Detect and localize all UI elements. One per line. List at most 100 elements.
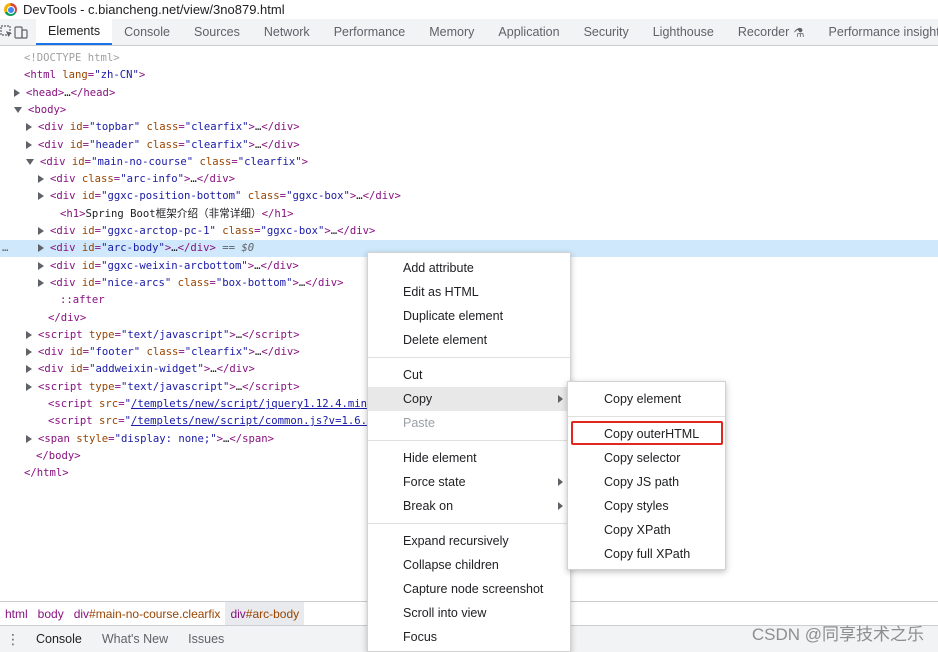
submenu-item-copy-element[interactable]: Copy element — [568, 387, 725, 411]
dom-node-markup: <!DOCTYPE html> — [24, 52, 120, 64]
submenu-item-copy-xpath[interactable]: Copy XPath — [568, 518, 725, 542]
drawer-tab-console[interactable]: Console — [26, 626, 92, 652]
menu-item-add-attribute[interactable]: Add attribute — [368, 256, 570, 280]
collapsed-arrow-icon[interactable] — [38, 227, 44, 235]
tab-elements[interactable]: Elements — [36, 19, 113, 45]
collapsed-arrow-icon[interactable] — [26, 365, 32, 374]
dom-node[interactable]: <div id="ggxc-arctop-pc-1" class="ggxc-b… — [0, 223, 938, 240]
window-titlebar: DevTools - c.biancheng.net/view/3no879.h… — [0, 0, 938, 19]
menu-item-expand-recursively[interactable]: Expand recursively — [368, 529, 570, 553]
menu-divider — [368, 440, 570, 441]
dom-node[interactable]: <div class="arc-info">…</div> — [0, 171, 938, 188]
dom-node[interactable]: <div id="ggxc-position-bottom" class="gg… — [0, 188, 938, 205]
menu-item-force-state[interactable]: Force state — [368, 470, 570, 494]
dom-node[interactable]: <div id="header" class="clearfix">…</div… — [0, 137, 938, 154]
dom-node-markup: </div> — [48, 311, 87, 324]
dom-node[interactable]: <h1>Spring Boot框架介绍（非常详细）</h1> — [0, 206, 938, 223]
dom-node[interactable]: <body> — [0, 102, 938, 119]
chrome-icon — [4, 3, 17, 16]
dom-node-markup: </html> — [24, 467, 69, 480]
dom-node[interactable]: <!DOCTYPE html> — [0, 50, 938, 67]
collapsed-arrow-icon[interactable] — [38, 175, 44, 184]
dom-node-markup: <div class="arc-info">…</div> — [50, 173, 236, 186]
dom-node-markup: <h1>Spring Boot框架介绍（非常详细）</h1> — [60, 207, 294, 220]
context-menu: Add attribute Edit as HTML Duplicate eleme… — [367, 252, 571, 652]
drawer-tab-what-s-new[interactable]: What's New — [92, 626, 178, 652]
device-toolbar-icon[interactable] — [14, 19, 28, 45]
menu-item-collapse-children[interactable]: Collapse children — [368, 553, 570, 577]
menu-item-break-on[interactable]: Break on — [368, 494, 570, 518]
menu-item-duplicate-element[interactable]: Duplicate element — [368, 304, 570, 328]
dom-node[interactable]: <head>…</head> — [0, 85, 938, 102]
dom-node-markup: <div id="topbar" class="clearfix">…</div… — [38, 121, 300, 134]
drawer-tabs: Console What's New Issues — [26, 626, 234, 652]
dom-node-markup: <script src="/templets/new/script/jquery… — [48, 398, 367, 410]
menu-item-cut[interactable]: Cut — [368, 363, 570, 387]
expanded-arrow-icon[interactable] — [26, 158, 34, 165]
dom-node-markup: <script type="text/javascript">…</script… — [38, 328, 300, 341]
flask-icon: ⚗ — [793, 25, 805, 40]
dom-node-markup: <div id="ggxc-position-bottom" class="gg… — [50, 190, 401, 203]
menu-item-paste: Paste — [403, 416, 435, 430]
collapsed-arrow-icon[interactable] — [26, 382, 32, 391]
menu-item-focus[interactable]: Focus — [368, 625, 570, 649]
menu-divider — [568, 416, 725, 417]
submenu-item-copy-styles[interactable]: Copy styles — [568, 494, 725, 518]
collapsed-arrow-icon[interactable] — [26, 123, 32, 132]
tab-application[interactable]: Application — [486, 19, 571, 45]
dom-node-markup: <div id="header" class="clearfix">…</div… — [38, 138, 300, 151]
window-title: DevTools - c.biancheng.net/view/3no879.h… — [23, 2, 285, 17]
submenu-item-copy-js-path[interactable]: Copy JS path — [568, 470, 725, 494]
menu-item-edit-as-html[interactable]: Edit as HTML — [368, 280, 570, 304]
breadcrumb-item[interactable]: div #arc-body — [225, 602, 305, 625]
drawer-menu-icon[interactable]: ⋮ — [0, 631, 26, 648]
tab-lighthouse[interactable]: Lighthouse — [641, 19, 726, 45]
menu-item-scroll-into-view[interactable]: Scroll into view — [368, 601, 570, 625]
collapsed-arrow-icon[interactable] — [26, 330, 32, 339]
tabs-container: Elements Console Sources Network Performance… — [36, 19, 938, 45]
dom-node-markup: <div id="arc-body">…</div> == $0 — [50, 242, 255, 255]
collapsed-arrow-icon[interactable] — [14, 88, 20, 97]
dom-node-markup: <span style="display: none;">…</span> — [38, 432, 275, 445]
menu-item-capture-node-screenshot[interactable]: Capture node screenshot — [368, 577, 570, 601]
breadcrumb-item[interactable]: body — [33, 602, 69, 625]
menu-divider — [368, 523, 570, 524]
tab-recorder[interactable]: Recorder ⚗ — [726, 19, 817, 45]
tab-security[interactable]: Security — [572, 19, 641, 45]
collapsed-arrow-icon[interactable] — [26, 348, 32, 357]
submenu-item-copy-selector[interactable]: Copy selector — [568, 446, 725, 470]
collapsed-arrow-icon[interactable] — [26, 434, 32, 443]
panel-tab-bar: Elements Console Sources Network Performance… — [0, 19, 938, 46]
drawer-tab-issues[interactable]: Issues — [178, 626, 234, 652]
submenu-arrow-icon — [558, 502, 563, 510]
tab-console[interactable]: Console — [112, 19, 182, 45]
dom-node-markup: </body> — [36, 449, 81, 462]
node-actions-icon[interactable]: … — [2, 240, 8, 257]
expanded-arrow-icon[interactable] — [14, 106, 22, 113]
breadcrumb-item[interactable]: html — [0, 602, 33, 625]
collapsed-arrow-icon[interactable] — [38, 261, 44, 270]
tab-network[interactable]: Network — [252, 19, 322, 45]
inspect-element-icon[interactable] — [0, 19, 14, 45]
tab-performance[interactable]: Performance — [322, 19, 418, 45]
dom-node[interactable]: <html lang="zh-CN"> — [0, 67, 938, 84]
tab-sources[interactable]: Sources — [182, 19, 252, 45]
menu-item-delete-element[interactable]: Delete element — [368, 328, 570, 352]
collapsed-arrow-icon[interactable] — [26, 140, 32, 149]
collapsed-arrow-icon[interactable] — [38, 278, 44, 287]
menu-item-copy[interactable]: Copy — [368, 387, 570, 411]
collapsed-arrow-icon[interactable] — [38, 244, 44, 253]
submenu-item-copy-full-xpath[interactable]: Copy full XPath — [568, 542, 725, 566]
collapsed-arrow-icon[interactable] — [38, 192, 44, 201]
dom-node-markup: ::after — [60, 294, 105, 307]
watermark: CSDN @同享技术之乐 — [751, 625, 924, 644]
dom-node-markup: <div id="nice-arcs" class="box-bottom">…… — [50, 276, 344, 289]
breadcrumb-item[interactable]: div #main-no-course.clearfix — [69, 602, 226, 625]
tab-memory[interactable]: Memory — [417, 19, 486, 45]
menu-item-hide-element[interactable]: Hide element — [368, 446, 570, 470]
tab-performance-insights[interactable]: Performance insights — [817, 19, 938, 45]
copy-submenu: Copy element Copy outerHTML Copy selector C… — [567, 381, 726, 570]
dom-node-markup: <div id="addweixin-widget">…</div> — [38, 363, 255, 376]
dom-node[interactable]: <div id="main-no-course" class="clearfix… — [0, 154, 938, 171]
dom-node[interactable]: <div id="topbar" class="clearfix">…</div… — [0, 119, 938, 136]
